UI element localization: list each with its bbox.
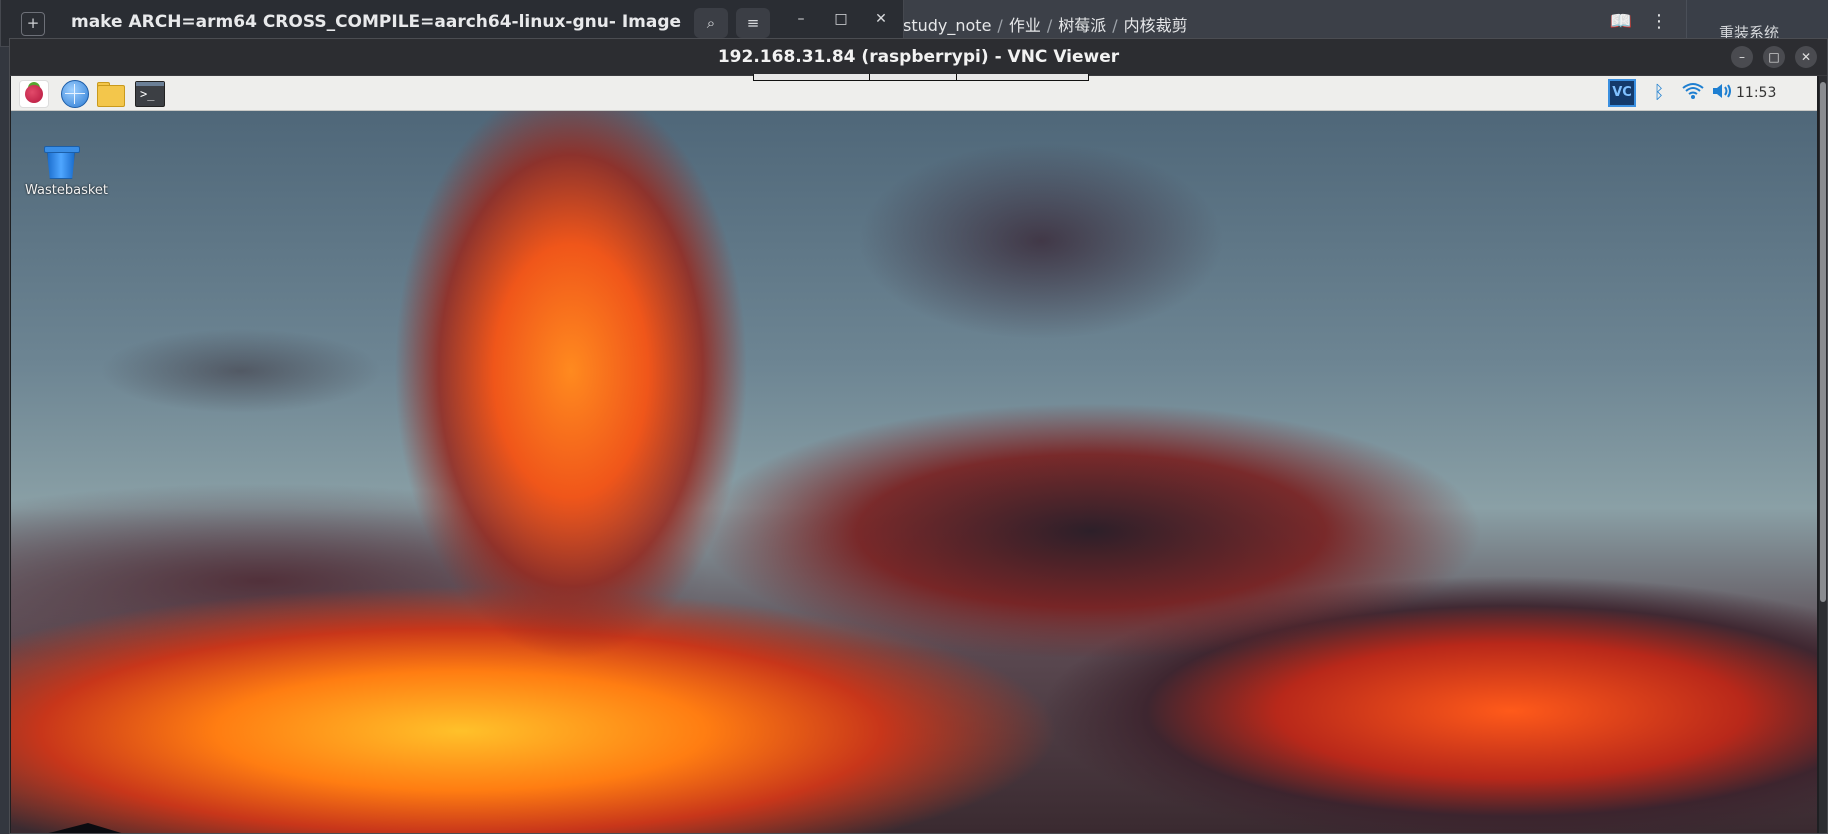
desktop-icon-wastebasket[interactable]: Wastebasket <box>25 146 109 198</box>
breadcrumb-separator: / <box>997 16 1003 35</box>
breadcrumb-item[interactable]: 作业 <box>1009 16 1041 35</box>
search-button[interactable]: ⌕ <box>694 8 728 38</box>
search-icon: ⌕ <box>706 14 716 32</box>
desktop-icon-label: Wastebasket <box>25 183 109 198</box>
vnc-maximize-button[interactable]: □ <box>1763 46 1785 68</box>
pi-taskbar: >_ VC ᛒ 11:53 <box>11 76 1817 111</box>
hamburger-icon: ≡ <box>746 14 760 32</box>
web-browser-icon[interactable] <box>61 80 89 108</box>
vnc-close-button[interactable]: ✕ <box>1795 46 1817 68</box>
vnc-titlebar: 192.168.31.84 (raspberrypi) - VNC Viewer… <box>10 39 1827 76</box>
terminal-icon[interactable]: >_ <box>135 81 165 107</box>
vnc-title: 192.168.31.84 (raspberrypi) - VNC Viewer <box>717 47 1120 67</box>
vnc-scrollbar[interactable] <box>1819 76 1827 833</box>
breadcrumb-separator: / <box>1112 16 1118 35</box>
vnc-viewer-window: 192.168.31.84 (raspberrypi) - VNC Viewer… <box>9 38 1828 834</box>
breadcrumb-item[interactable]: 内核裁剪 <box>1124 16 1188 35</box>
close-button[interactable]: ✕ <box>869 11 893 27</box>
breadcrumb-item[interactable]: study_note <box>903 16 991 35</box>
desktop-wallpaper <box>11 111 1817 833</box>
more-vertical-icon[interactable]: ⋮ <box>1650 11 1668 32</box>
raspberry-menu-icon[interactable] <box>19 80 49 108</box>
minimize-button[interactable]: – <box>789 11 813 27</box>
bluetooth-icon[interactable]: ᛒ <box>1648 82 1670 103</box>
breadcrumb: study_note / 作业 / 树莓派 / 内核裁剪 <box>903 12 1188 36</box>
vnc-minimize-button[interactable]: – <box>1731 46 1753 68</box>
breadcrumb-separator: / <box>1046 16 1053 35</box>
maximize-button[interactable]: □ <box>829 11 853 27</box>
trash-icon <box>44 146 80 179</box>
wifi-icon[interactable] <box>1682 82 1704 105</box>
volume-icon[interactable] <box>1711 82 1733 105</box>
remote-desktop[interactable]: >_ VC ᛒ 11:53 Wastebasket <box>11 76 1817 833</box>
menu-button[interactable]: ≡ <box>736 8 770 38</box>
book-icon[interactable]: 📖 <box>1610 11 1632 32</box>
vnc-tray-icon[interactable]: VC <box>1608 79 1636 107</box>
terminal-title: make ARCH=arm64 CROSS_COMPILE=aarch64-li… <box>71 12 681 32</box>
file-manager-icon[interactable] <box>97 80 125 107</box>
new-tab-button[interactable]: + <box>21 12 45 36</box>
scrollbar-thumb[interactable] <box>1820 82 1826 602</box>
breadcrumb-item[interactable]: 树莓派 <box>1058 16 1106 35</box>
clock[interactable]: 11:53 <box>1736 85 1776 101</box>
mountain-silhouette <box>11 823 151 833</box>
vnc-toolbar-tab[interactable] <box>753 74 1089 81</box>
